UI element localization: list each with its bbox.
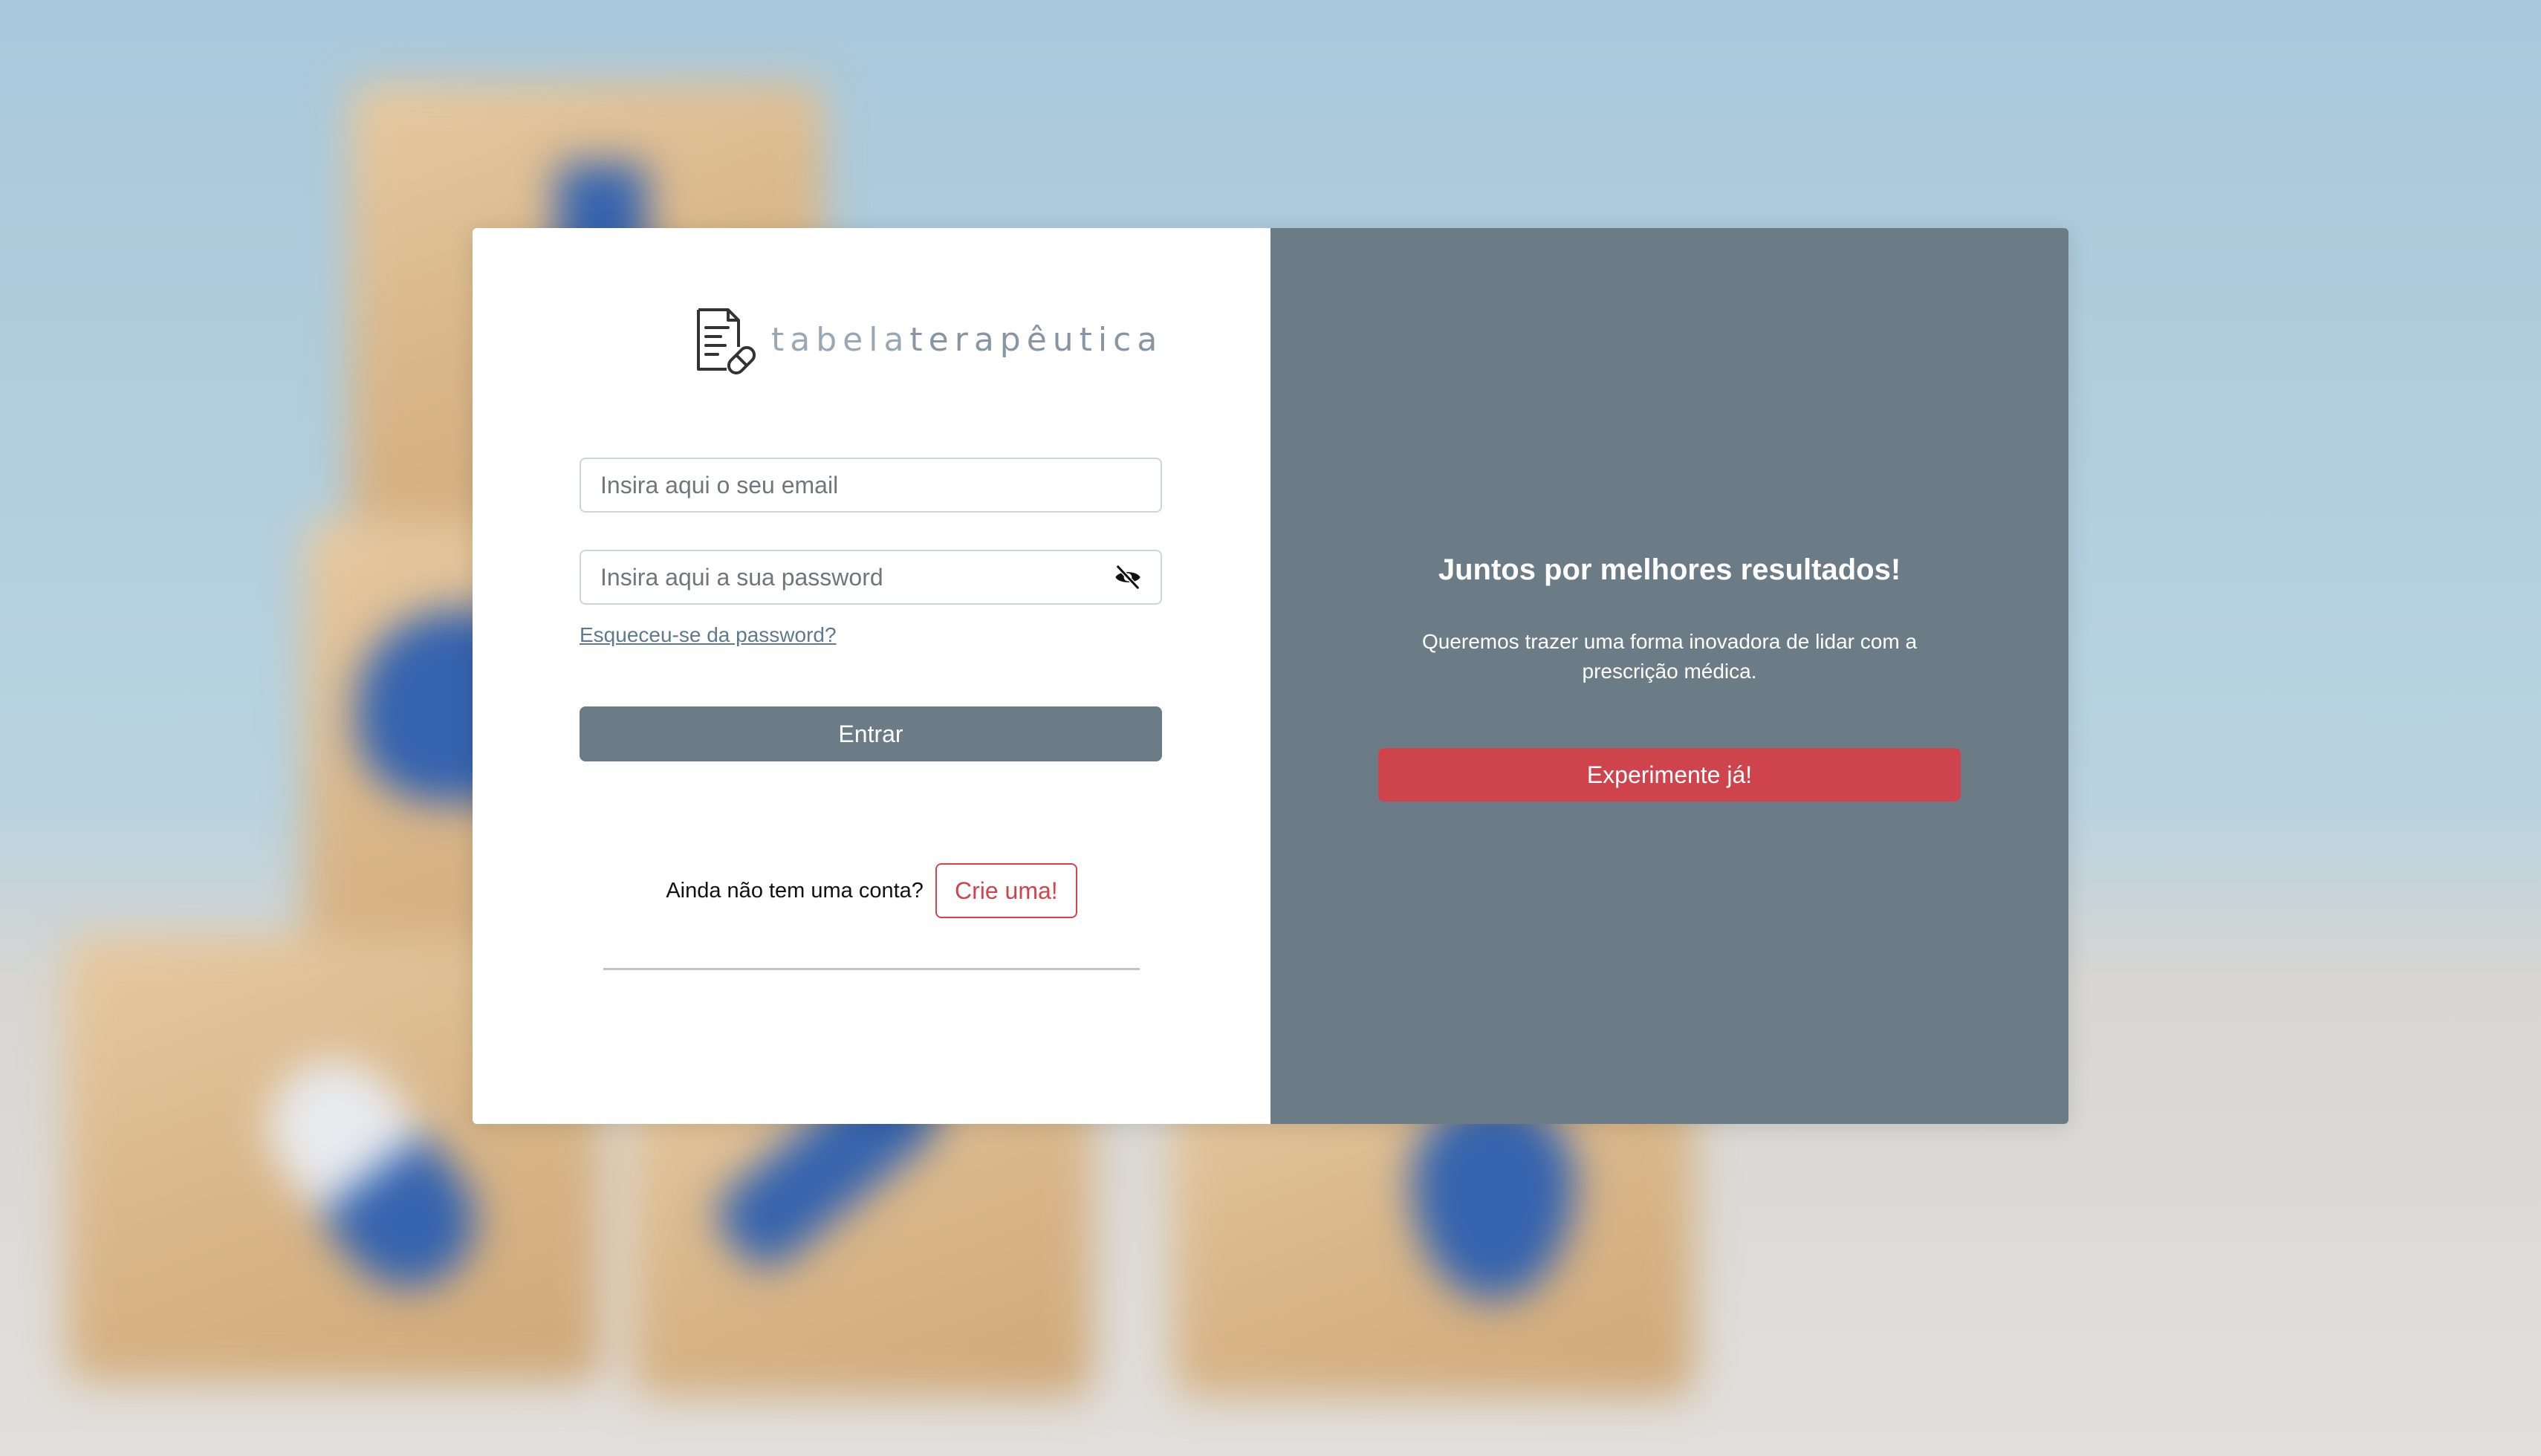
email-input[interactable] — [599, 470, 1143, 500]
signup-row: Ainda não tem uma conta? Crie uma! — [473, 863, 1270, 918]
login-button[interactable]: Entrar — [580, 706, 1162, 761]
logo-text-bold: terapêutica — [909, 320, 1164, 359]
prescription-document-icon — [697, 308, 756, 375]
login-panel: tabelaterapêutica Esqueceu-se da passwor… — [473, 228, 1270, 1124]
logo-text: tabelaterapêutica — [771, 321, 1163, 359]
divider — [603, 968, 1140, 970]
app-logo: tabelaterapêutica — [688, 302, 1163, 377]
password-field[interactable] — [580, 550, 1162, 605]
create-account-button[interactable]: Crie uma! — [935, 863, 1077, 918]
promo-text: Queremos trazer uma forma inovadora de l… — [1421, 630, 1918, 683]
try-now-button[interactable]: Experimente já! — [1378, 748, 1961, 802]
logo-text-light: tabela — [771, 320, 910, 359]
email-field[interactable] — [580, 458, 1162, 513]
password-input[interactable] — [599, 562, 1113, 592]
promo-content: Juntos por melhores resultados! Queremos… — [1270, 553, 2068, 686]
promo-panel: Juntos por melhores resultados! Queremos… — [1270, 228, 2068, 1124]
login-card: tabelaterapêutica Esqueceu-se da passwor… — [473, 228, 2068, 1124]
promo-title: Juntos por melhores resultados! — [1438, 553, 1901, 586]
forgot-password-link[interactable]: Esqueceu-se da password? — [580, 623, 837, 647]
signup-prompt: Ainda não tem uma conta? — [666, 878, 924, 903]
eye-slash-icon[interactable] — [1113, 562, 1143, 592]
